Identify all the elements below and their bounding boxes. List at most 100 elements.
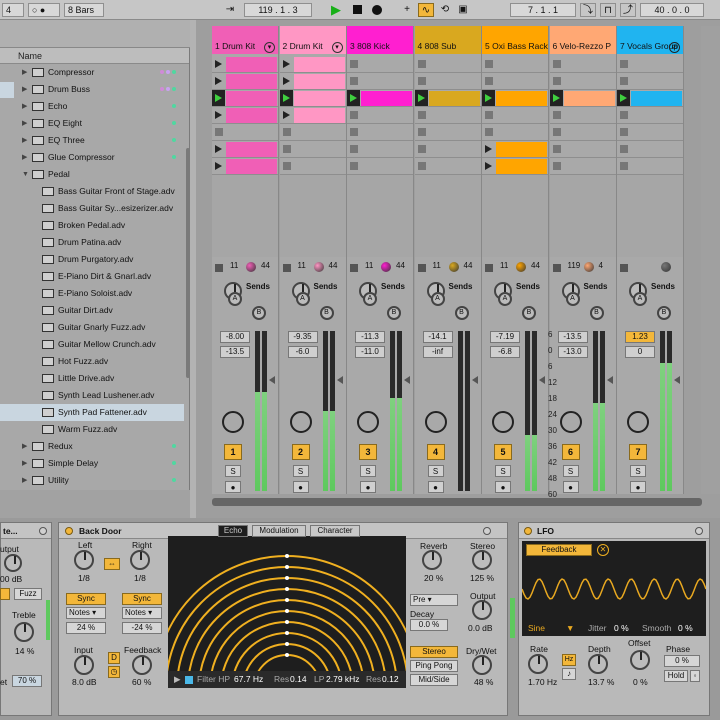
clip-launch-icon[interactable] — [282, 77, 290, 85]
clip[interactable] — [428, 91, 480, 106]
chevron-right-icon[interactable]: ▶ — [22, 472, 27, 489]
device-menu-icon[interactable] — [695, 527, 703, 535]
stop-slot-icon[interactable] — [417, 77, 426, 85]
clip-slot[interactable] — [212, 158, 278, 175]
clip-slot[interactable] — [549, 124, 616, 141]
right-time-knob[interactable] — [130, 550, 150, 570]
punch-out-icon[interactable]: ⤴ — [620, 3, 636, 17]
pan-field[interactable]: -6.0 — [287, 346, 318, 358]
stop-slot-icon[interactable] — [417, 162, 426, 170]
track-title[interactable]: 4 808 Sub — [414, 26, 481, 54]
echo-tab[interactable]: Echo — [218, 525, 248, 537]
clip-slot[interactable] — [549, 141, 616, 158]
stop-slot-icon[interactable] — [417, 111, 426, 119]
stop-clips-icon[interactable] — [485, 264, 493, 272]
clip-slot[interactable] — [347, 90, 413, 107]
filter-play-icon[interactable]: ▶ — [174, 671, 181, 688]
clip-slot[interactable] — [279, 124, 346, 141]
clip-launch-icon[interactable] — [215, 111, 222, 119]
arm-knob[interactable] — [559, 411, 582, 433]
pan-field[interactable]: -inf — [422, 346, 453, 358]
play-icon[interactable]: ▶ — [328, 3, 344, 17]
clip-slot[interactable] — [549, 56, 616, 73]
browser-scrollbar[interactable] — [186, 148, 190, 378]
reverb-knob[interactable] — [422, 550, 442, 570]
stop-clips-icon[interactable] — [620, 264, 628, 272]
clip-slot[interactable] — [617, 90, 683, 107]
pingpong-mode-button[interactable]: Ping Pong — [410, 660, 458, 672]
retrigger-button[interactable]: ◦ — [690, 670, 700, 682]
track-activator[interactable]: 5 — [494, 444, 512, 460]
clip-launch-icon[interactable] — [282, 60, 290, 68]
chevron-right-icon[interactable]: ▶ — [22, 132, 27, 149]
solo-button[interactable]: S — [495, 465, 511, 477]
smooth-value[interactable]: 0 % — [678, 621, 693, 636]
send-a-knob[interactable]: A — [565, 292, 580, 306]
stop-slot-icon[interactable] — [485, 128, 493, 136]
stop-slot-icon[interactable] — [350, 77, 358, 85]
stop-clips-icon[interactable] — [215, 264, 223, 272]
clip-button[interactable]: D — [108, 652, 120, 664]
solo-button[interactable]: S — [225, 465, 241, 477]
stop-slot-icon[interactable] — [620, 60, 628, 68]
loop-length[interactable]: 40 . 0 . 0 — [640, 3, 704, 17]
clip-slot[interactable] — [482, 124, 548, 141]
stop-slot-icon[interactable] — [417, 60, 426, 68]
clip-slot[interactable] — [482, 56, 548, 73]
browser-folder[interactable]: ▶ Drum Buss — [0, 81, 184, 98]
metronome-toggle[interactable]: ○ ● — [28, 3, 60, 17]
res2-value[interactable]: 0.12 — [382, 671, 399, 688]
output-knob[interactable] — [4, 554, 22, 572]
stop-slot-icon[interactable] — [552, 128, 561, 136]
solo-button[interactable]: S — [292, 465, 309, 477]
stop-clips-icon[interactable] — [417, 264, 426, 272]
clip-slot[interactable] — [279, 90, 346, 107]
clip-launch-icon[interactable] — [215, 145, 222, 153]
clip-slot[interactable] — [549, 73, 616, 90]
dc-button[interactable]: ◷ — [108, 666, 120, 678]
track-title[interactable]: 6 Velo-Rezzo P — [549, 26, 616, 54]
volume-fader-icon[interactable] — [336, 376, 343, 384]
device-on-icon[interactable] — [524, 527, 532, 535]
send-b-knob[interactable]: B — [252, 306, 266, 320]
volume-fader-icon[interactable] — [404, 376, 410, 384]
play-icon[interactable] — [417, 94, 425, 102]
clip[interactable] — [293, 74, 345, 89]
fuzz-button[interactable]: Fuzz — [14, 588, 42, 600]
track-activator[interactable]: 1 — [224, 444, 242, 460]
shape-dropdown-icon[interactable]: ▼ — [566, 621, 574, 636]
arm-knob[interactable] — [357, 411, 379, 433]
left-time-knob[interactable] — [74, 550, 94, 570]
browser-preset[interactable]: Drum Patina.adv — [0, 234, 184, 251]
chevron-right-icon[interactable]: ▶ — [22, 455, 27, 472]
clip-slot[interactable] — [549, 158, 616, 175]
browser-folder[interactable]: ▼ Pedal — [0, 166, 184, 183]
browser-preset[interactable]: E-Piano Dirt & Gnarl.adv — [0, 268, 184, 285]
clip[interactable] — [226, 91, 277, 106]
send-a-knob[interactable]: A — [295, 292, 310, 306]
stereo-mode-button[interactable]: Stereo — [410, 646, 458, 658]
chevron-right-icon[interactable]: ▶ — [22, 115, 27, 132]
output-knob[interactable] — [472, 600, 492, 620]
clip-slot[interactable] — [482, 158, 548, 175]
feedback-knob[interactable] — [132, 655, 152, 675]
stop-slot-icon[interactable] — [552, 145, 561, 153]
punch-icon[interactable]: ▣ — [456, 3, 470, 17]
volume-field[interactable]: -13.5 — [557, 331, 588, 343]
chevron-right-icon[interactable]: ▶ — [22, 149, 27, 166]
clip-slot[interactable] — [347, 56, 413, 73]
track-menu-icon[interactable]: ▾ — [264, 42, 275, 53]
volume-field[interactable]: -11.3 — [355, 331, 385, 343]
arm-button[interactable]: ● — [360, 481, 376, 493]
clip-slot[interactable] — [212, 107, 278, 124]
clip-slot[interactable] — [347, 158, 413, 175]
play-icon[interactable] — [350, 94, 357, 102]
clip-slot[interactable] — [279, 56, 346, 73]
clip-slot[interactable] — [347, 73, 413, 90]
device-title[interactable]: LFO — [519, 523, 709, 539]
stop-slot-icon[interactable] — [282, 128, 291, 136]
stop-slot-icon[interactable] — [620, 77, 628, 85]
clip[interactable] — [226, 74, 277, 89]
loop-icon[interactable]: ⟲ — [438, 3, 452, 17]
midside-mode-button[interactable]: Mid/Side — [410, 674, 458, 686]
